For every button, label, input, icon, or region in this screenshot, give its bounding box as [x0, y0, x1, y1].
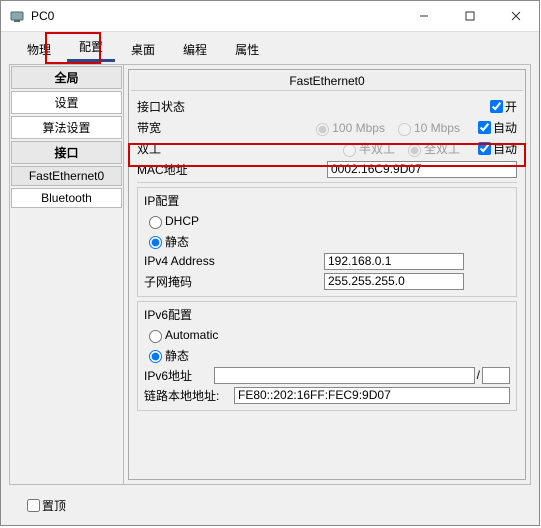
checkbox-on[interactable]: 开: [486, 97, 517, 116]
panel-heading: FastEthernet0: [131, 72, 523, 91]
footer: 置顶: [5, 489, 535, 521]
radio-dhcp[interactable]: DHCP: [144, 213, 199, 229]
fieldset-ip: IP配置 DHCP 静态 IPv4 Address 子网掩码: [137, 187, 517, 297]
sidebar-item-algorithm[interactable]: 算法设置: [11, 116, 122, 139]
label-duplex: 双工: [137, 140, 237, 157]
sidebar-group-interface: 接口: [11, 141, 122, 164]
tab-desktop[interactable]: 桌面: [119, 37, 167, 62]
label-link-local: 链路本地地址:: [144, 387, 234, 404]
input-link-local[interactable]: [234, 387, 510, 404]
ipv6-slash: /: [477, 368, 480, 382]
tabstrip: 物理 配置 桌面 编程 属性: [5, 36, 535, 62]
input-ipv4[interactable]: [324, 253, 464, 270]
radio-100mbps[interactable]: 100 Mbps: [311, 120, 385, 136]
close-button[interactable]: [493, 1, 539, 31]
sidebar-item-settings[interactable]: 设置: [11, 91, 122, 114]
sidebar-item-fastethernet0[interactable]: FastEthernet0: [11, 166, 122, 186]
input-ipv6-prefix[interactable]: [482, 367, 510, 384]
titlebar: PC0: [1, 1, 539, 32]
tab-physical[interactable]: 物理: [15, 37, 63, 62]
body-area: 全局 设置 算法设置 接口 FastEthernet0 Bluetooth Fa…: [9, 64, 531, 485]
radio-10mbps[interactable]: 10 Mbps: [393, 120, 460, 136]
fieldset-ipv6: IPv6配置 Automatic 静态 IPv6地址 / 链路本地地址:: [137, 301, 517, 411]
label-bandwidth: 带宽: [137, 119, 237, 136]
sidebar-group-global: 全局: [11, 66, 122, 89]
input-ipv6[interactable]: [214, 367, 475, 384]
app-window: PC0 物理 配置 桌面 编程 属性 全局 设置 算法设置 接口 FastEth…: [0, 0, 540, 526]
label-interface-status: 接口状态: [137, 98, 237, 115]
label-ipv4: IPv4 Address: [144, 254, 244, 268]
sidebar: 全局 设置 算法设置 接口 FastEthernet0 Bluetooth: [10, 65, 124, 484]
app-icon: [9, 8, 25, 24]
tab-attributes[interactable]: 属性: [223, 37, 271, 62]
radio-static-ipv6[interactable]: 静态: [144, 347, 189, 364]
tab-config[interactable]: 配置: [67, 34, 115, 62]
label-mac: MAC地址: [137, 161, 237, 178]
checkbox-auto-duplex[interactable]: 自动: [474, 139, 517, 158]
minimize-button[interactable]: [401, 1, 447, 31]
radio-half-duplex[interactable]: 半双工: [338, 140, 395, 157]
label-ipv6-addr: IPv6地址: [144, 367, 214, 384]
radio-static-ipv4[interactable]: 静态: [144, 233, 189, 250]
checkbox-always-on-top[interactable]: 置顶: [23, 496, 66, 515]
radio-full-duplex[interactable]: 全双工: [403, 140, 460, 157]
legend-ipv6: IPv6配置: [144, 306, 510, 323]
tab-programming[interactable]: 编程: [171, 37, 219, 62]
radio-automatic-ipv6[interactable]: Automatic: [144, 327, 218, 343]
input-subnet-mask[interactable]: [324, 273, 464, 290]
main-panel: FastEthernet0 接口状态 开 带宽 100 Mbps: [124, 65, 530, 484]
window-title: PC0: [31, 9, 401, 23]
content-area: 物理 配置 桌面 编程 属性 全局 设置 算法设置 接口 FastEtherne…: [1, 32, 539, 525]
panel-body: 接口状态 开 带宽 100 Mbps 10 Mbps 自动: [131, 91, 523, 477]
checkbox-auto-bw[interactable]: 自动: [474, 118, 517, 137]
input-mac[interactable]: [327, 161, 517, 178]
sidebar-item-bluetooth[interactable]: Bluetooth: [11, 188, 122, 208]
legend-ip: IP配置: [144, 192, 510, 209]
label-subnet-mask: 子网掩码: [144, 273, 244, 290]
maximize-button[interactable]: [447, 1, 493, 31]
